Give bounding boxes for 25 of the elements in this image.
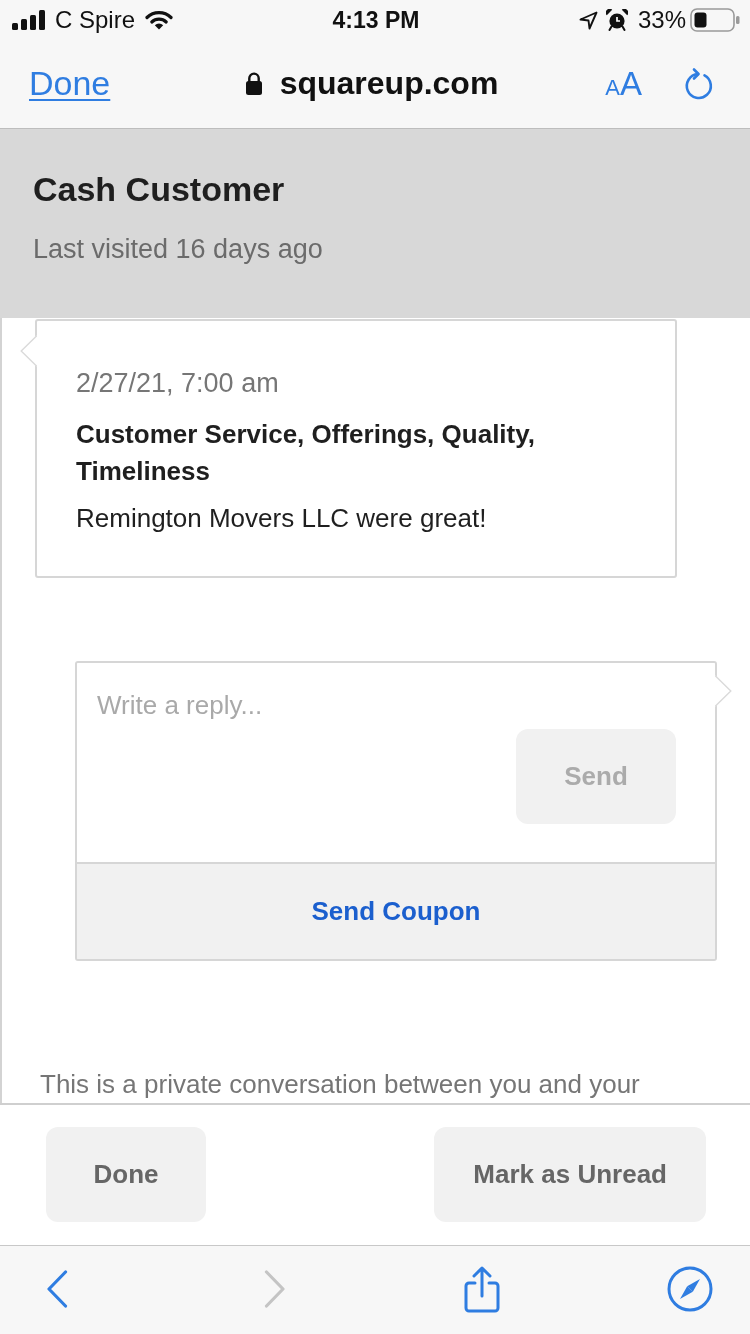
alarm-clock-icon xyxy=(605,9,628,31)
last-visited-text: Last visited 16 days ago xyxy=(33,233,324,265)
location-arrow-icon xyxy=(578,10,598,30)
mark-unread-button[interactable]: Mark as Unread xyxy=(434,1127,706,1222)
refresh-icon[interactable] xyxy=(682,65,714,101)
chevron-left-icon[interactable] xyxy=(46,1270,68,1308)
done-link[interactable]: Done xyxy=(29,63,111,103)
signal-icon xyxy=(12,10,47,30)
customer-name: Cash Customer xyxy=(33,169,286,209)
review-topics: Customer Service, Offerings, Quality, Timeliness xyxy=(76,418,536,488)
privacy-note: This is a private conversation between you and your xyxy=(40,1068,640,1101)
compass-icon[interactable] xyxy=(667,1266,713,1312)
text-size-button[interactable]: AA xyxy=(605,66,642,100)
wifi-icon xyxy=(145,10,174,30)
review-date: 2/27/21, 7:00 am xyxy=(76,367,280,400)
review-comment: Remington Movers LLC were great! xyxy=(76,502,488,535)
status-time: 4:13 PM xyxy=(332,7,420,33)
send-coupon-button[interactable]: Send Coupon xyxy=(77,862,715,959)
domain-text: squareup.com xyxy=(279,64,499,102)
share-icon[interactable] xyxy=(462,1265,501,1313)
done-button[interactable]: Done xyxy=(46,1127,206,1222)
lock-icon xyxy=(244,70,263,96)
battery-percent: 33% xyxy=(637,6,686,34)
battery-icon xyxy=(690,8,740,32)
carrier-name: C Spire xyxy=(55,6,136,34)
